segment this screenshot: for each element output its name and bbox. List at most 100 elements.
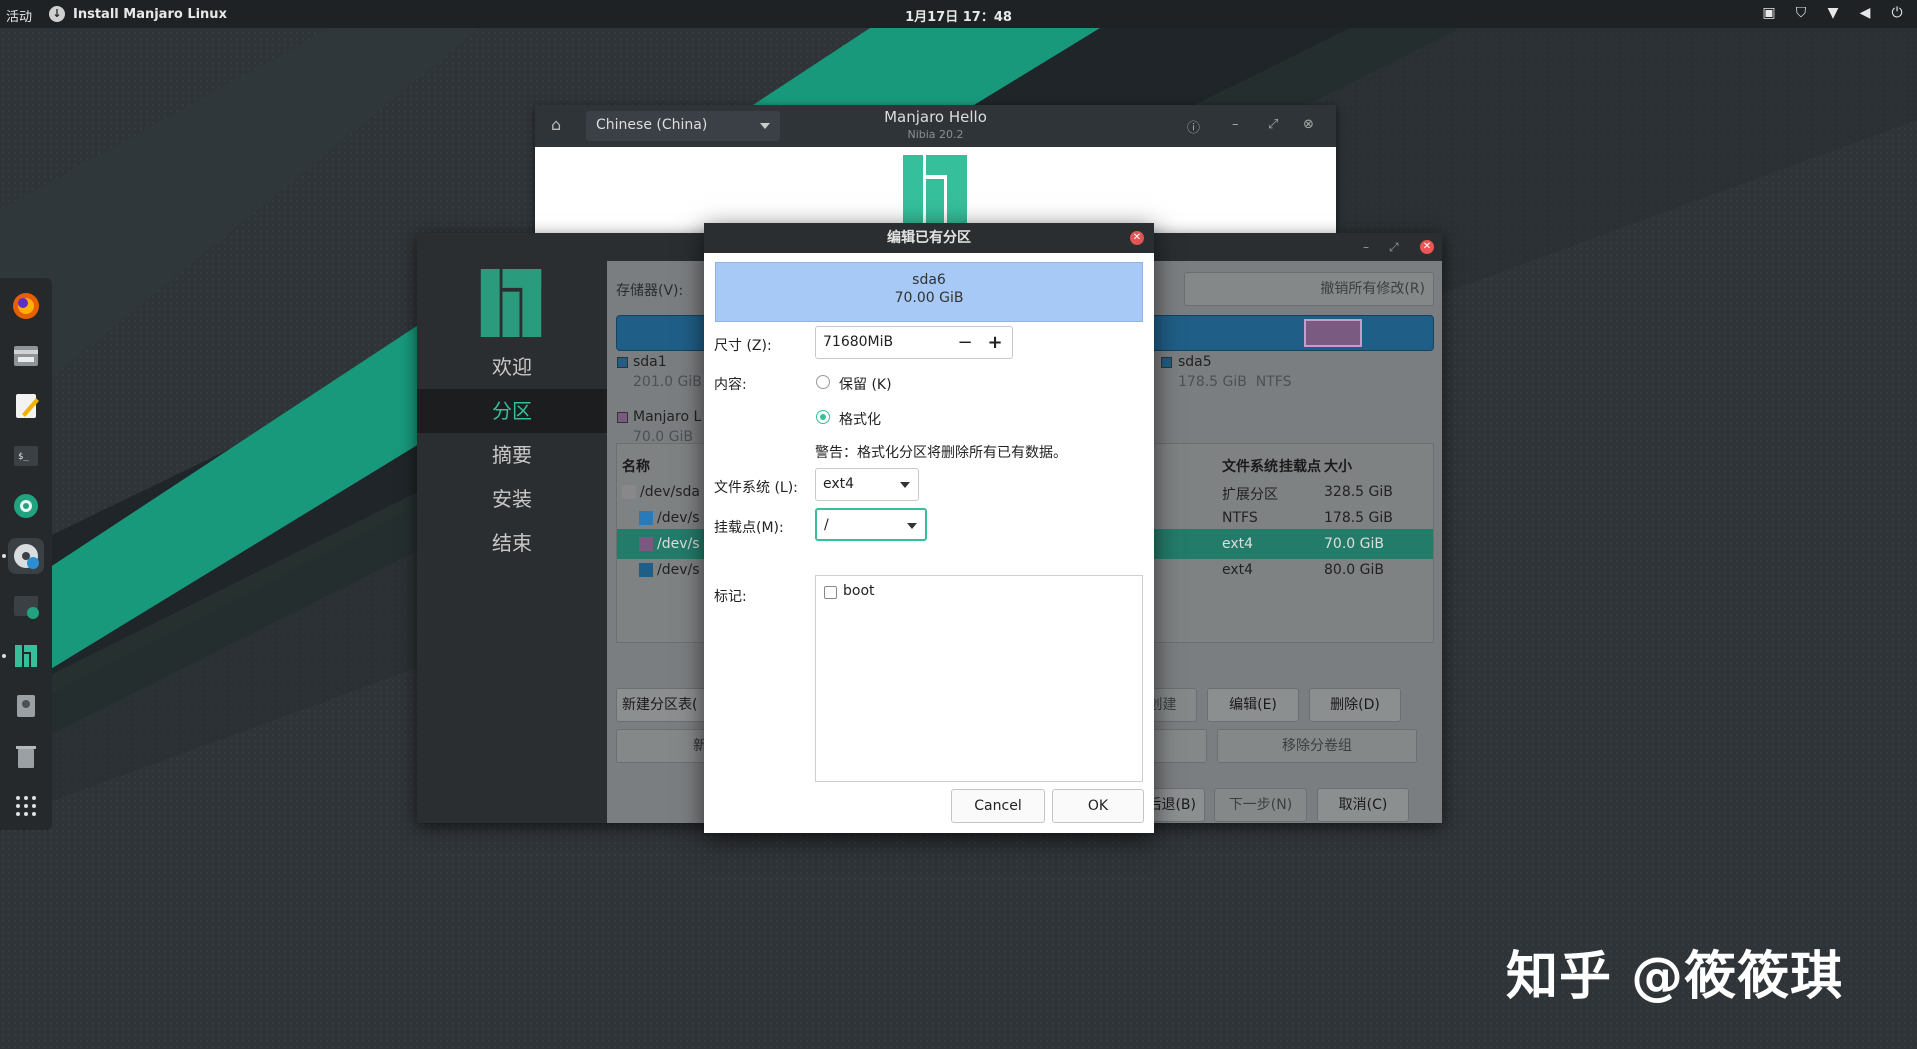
mount-point-select[interactable]: / — [815, 508, 927, 541]
manjaro-hello-icon[interactable] — [8, 638, 44, 674]
revert-all-button[interactable]: 撤销所有修改(R) — [1184, 272, 1434, 306]
app-grid-icon[interactable] — [8, 788, 44, 824]
hello-title: Manjaro Hello — [884, 108, 987, 126]
trash-icon[interactable] — [8, 738, 44, 774]
close-icon[interactable]: ⊗ — [1303, 117, 1314, 132]
sidebar-item-partition: 分区 — [417, 389, 607, 433]
close-icon[interactable]: ✕ — [1420, 240, 1434, 254]
volume-icon[interactable]: ◀ — [1857, 5, 1873, 21]
mount-point-label: 挂载点(M): — [714, 520, 784, 536]
terminal-icon[interactable]: $_ — [8, 438, 44, 474]
chevron-down-icon — [907, 523, 917, 529]
manjaro-logo — [480, 269, 542, 337]
decrement-button[interactable]: − — [952, 330, 978, 356]
format-label[interactable]: 格式化 — [839, 409, 881, 429]
manjaro-logo — [903, 155, 967, 227]
partition-color-swatch — [639, 511, 653, 525]
remove-volume-group-button[interactable]: 移除分卷组 — [1217, 729, 1417, 763]
top-bar: 活动 ↓ Install Manjaro Linux 1月17日 17：48 ▣… — [0, 0, 1917, 28]
row-fs: ext4 — [1222, 562, 1254, 578]
boot-label[interactable]: boot — [843, 583, 875, 599]
format-radio[interactable] — [816, 410, 830, 424]
flags-list[interactable]: boot — [815, 575, 1143, 782]
partition-color-swatch — [622, 485, 636, 499]
disk-icon[interactable] — [8, 688, 44, 724]
row-fs: ext4 — [1222, 536, 1254, 552]
power-icon[interactable]: ⏻ — [1889, 5, 1905, 21]
manjaro-hello-window: ⌂ Chinese (China) Manjaro Hello Nibia 20… — [535, 105, 1336, 235]
delete-button[interactable]: 删除(D) — [1309, 688, 1401, 722]
sidebar-item-welcome: 欢迎 — [492, 355, 532, 379]
camera-icon[interactable] — [8, 488, 44, 524]
column-header-name[interactable]: 名称 — [622, 456, 650, 476]
column-header-size[interactable]: 大小 — [1324, 456, 1352, 476]
edit-button[interactable]: 编辑(E) — [1207, 688, 1299, 722]
row-name: /dev/sda — [640, 484, 700, 500]
screen-icon[interactable]: ▣ — [1761, 5, 1777, 21]
new-partition-table-button[interactable]: 新建分区表( — [616, 688, 708, 722]
row-name: /dev/s — [657, 510, 700, 526]
svg-text:$_: $_ — [18, 452, 29, 462]
partition-color-swatch — [639, 563, 653, 577]
flags-label: 标记: — [714, 589, 747, 605]
wifi-icon[interactable]: ▼ — [1825, 5, 1841, 21]
partition-bar-selected-segment[interactable] — [1304, 319, 1362, 347]
partition-preview: sda6 70.00 GiB — [715, 262, 1143, 322]
hello-subtitle: Nibia 20.2 — [907, 128, 964, 141]
row-name: /dev/s — [657, 536, 700, 552]
chevron-down-icon — [900, 482, 910, 488]
shield-icon[interactable]: ⛉ — [1793, 5, 1809, 21]
increment-button[interactable]: + — [982, 330, 1008, 356]
new-volume-group-button[interactable]: 新 — [616, 729, 708, 763]
column-header-mount[interactable]: 挂载点 — [1279, 456, 1321, 476]
row-name: /dev/s — [657, 562, 700, 578]
running-indicator — [2, 554, 6, 558]
maximize-icon[interactable]: ⤢ — [1268, 117, 1278, 132]
cancel-installer-button[interactable]: 取消(C) — [1317, 788, 1409, 822]
close-icon[interactable]: ✕ — [1130, 231, 1144, 245]
legend-sda5-info: 178.5 GiB NTFS — [1178, 374, 1292, 390]
keep-label[interactable]: 保留 (K) — [839, 374, 892, 394]
legend-swatch — [617, 412, 628, 423]
partition-color-swatch — [639, 537, 653, 551]
size-spinbox[interactable]: 71680MiB − + — [815, 326, 1013, 359]
legend-swatch — [1161, 357, 1172, 368]
activities-button[interactable]: 活动 — [6, 6, 32, 25]
sidebar-item-finish: 结束 — [492, 531, 532, 555]
ok-button[interactable]: OK — [1052, 789, 1144, 823]
minimize-icon[interactable]: – — [1232, 117, 1239, 132]
hello-headerbar: ⌂ Chinese (China) Manjaro Hello Nibia 20… — [535, 105, 1336, 147]
row-fs: NTFS — [1222, 510, 1258, 526]
firefox-icon[interactable] — [8, 288, 44, 324]
clock[interactable]: 1月17日 17：48 — [0, 6, 1917, 25]
app-indicator[interactable]: ↓ Install Manjaro Linux — [49, 6, 227, 22]
boot-checkbox[interactable] — [824, 586, 837, 599]
files-icon[interactable] — [8, 338, 44, 374]
running-indicator — [2, 654, 6, 658]
row-size: 178.5 GiB — [1324, 510, 1393, 526]
size-value[interactable]: 71680MiB — [823, 334, 893, 350]
system-tray[interactable]: ▣ ⛉ ▼ ◀ ⏻ — [1761, 5, 1905, 21]
app-indicator-label: Install Manjaro Linux — [73, 6, 227, 22]
next-button[interactable]: 下一步(N) — [1214, 788, 1307, 822]
minimize-icon[interactable]: – — [1363, 240, 1369, 254]
installer-disc-icon[interactable] — [8, 538, 44, 574]
size-label: 尺寸 (Z): — [714, 338, 772, 354]
edit-partition-dialog: 编辑已有分区 ✕ sda6 70.00 GiB 尺寸 (Z): 71680MiB… — [704, 223, 1154, 833]
filesystem-label: 文件系统 (L): — [714, 480, 798, 496]
text-editor-icon[interactable] — [8, 388, 44, 424]
legend-sda1-name: sda1 — [633, 354, 667, 370]
terminal-download-icon[interactable] — [8, 588, 44, 624]
watermark: 知乎 @筱筱琪 — [1506, 947, 1844, 1007]
filesystem-select[interactable]: ext4 — [815, 468, 919, 501]
legend-manjaro-name: Manjaro L — [633, 409, 702, 425]
legend-sda1-info: 201.0 GiB — [633, 374, 702, 390]
column-header-fs[interactable]: 文件系统 — [1222, 456, 1278, 476]
cancel-button[interactable]: Cancel — [951, 789, 1045, 823]
keep-radio[interactable] — [816, 375, 830, 389]
info-icon[interactable]: ⓘ — [1187, 117, 1200, 136]
dock: $_ — [0, 278, 52, 830]
mount-point-value[interactable]: / — [824, 517, 829, 533]
maximize-icon[interactable]: ⤢ — [1389, 240, 1399, 255]
content-label: 内容: — [714, 377, 747, 393]
